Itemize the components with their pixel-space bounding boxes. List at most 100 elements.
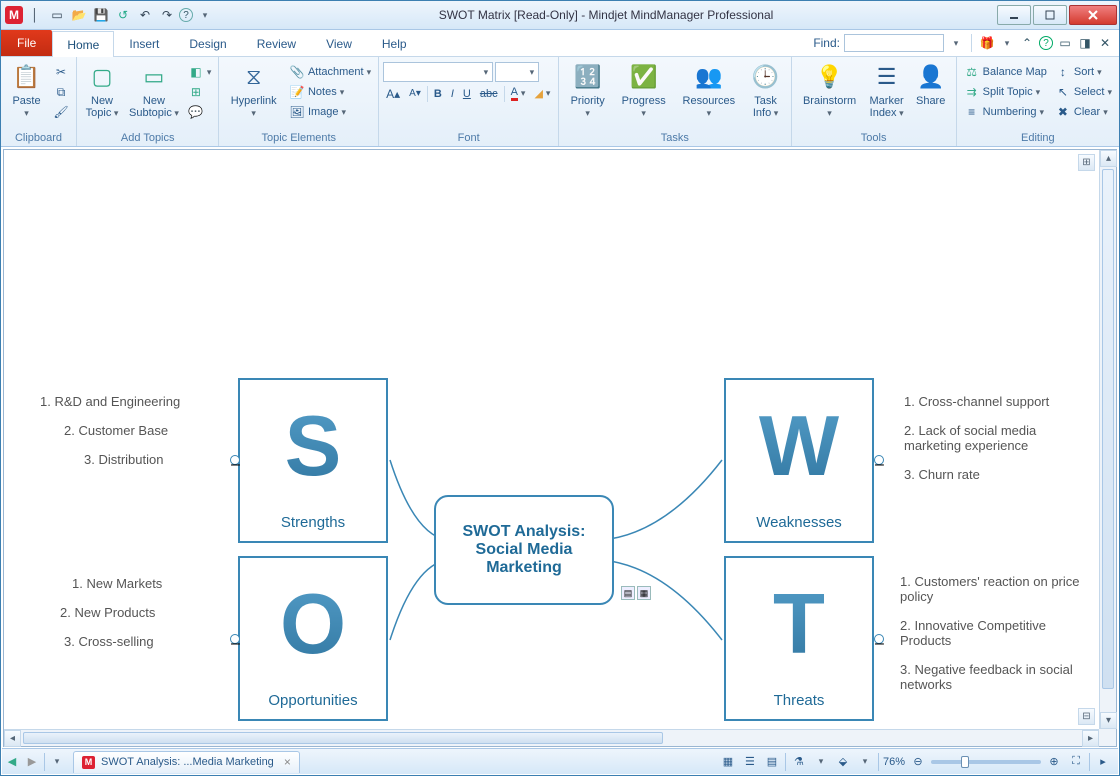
italic-button[interactable]: I [448,87,457,101]
new-doc-icon[interactable]: ▭ [47,5,67,25]
share-button[interactable]: 👤Share [910,59,952,109]
level-icon[interactable]: ⬙ [834,753,852,771]
fit-icon[interactable]: ⛶ [1067,753,1085,771]
zoom-in-icon[interactable]: ⊕ [1045,753,1063,771]
minimize-button[interactable] [997,5,1031,25]
list-item[interactable]: 1. Customers' reaction on price policy [900,574,1080,604]
view-outline-icon[interactable]: ☰ [741,753,759,771]
shrink-font-button[interactable]: A▾ [406,87,424,100]
canvas[interactable]: SWOT Analysis: Social Media Marketing ▤ … [4,150,1099,729]
paste-button[interactable]: 📋 Paste [5,59,48,121]
list-item[interactable]: 2. Lack of social media marketing experi… [904,423,1084,453]
panel-icon[interactable]: ◨ [1077,35,1093,51]
zoom-slider[interactable] [931,760,1041,764]
doc-tab-close-icon[interactable]: × [284,755,291,769]
filter-icon[interactable]: ⚗ [790,753,808,771]
file-tab[interactable]: File [1,30,52,56]
horizontal-scrollbar[interactable]: ◂ ▸ [4,729,1099,746]
split-h-icon[interactable]: ⊟ [1078,708,1095,725]
zoom-value[interactable]: 76% [883,756,905,768]
quad-weaknesses[interactable]: W Weaknesses [724,378,874,543]
zoom-out-icon[interactable]: ⊖ [909,753,927,771]
nav-history[interactable] [48,753,66,771]
topic-extra2[interactable]: ⊞ [185,83,215,101]
handle-w[interactable]: – [874,455,884,465]
view-gantt-icon[interactable]: ▤ [763,753,781,771]
handle-t[interactable]: – [874,634,884,644]
list-item[interactable]: 3. Churn rate [904,467,1084,482]
tab-view[interactable]: View [311,30,367,56]
center-node[interactable]: SWOT Analysis: Social Media Marketing [434,495,614,605]
close-panel-icon[interactable]: ✕ [1097,35,1113,51]
fill-color-button[interactable]: ◢ [531,86,553,101]
cut-button[interactable]: ✂ [50,63,72,81]
font-color-button[interactable]: A [508,85,529,102]
refresh-icon[interactable]: ↺ [113,5,133,25]
marker-index-button[interactable]: ☰Marker Index [866,59,908,121]
new-subtopic-button[interactable]: ▭ New Subtopic [125,59,183,121]
underline-button[interactable]: U [460,87,474,101]
filter-drop[interactable] [812,753,830,771]
tab-design[interactable]: Design [174,30,241,56]
gift-dropdown[interactable] [999,35,1015,51]
list-item[interactable]: 3. Cross-selling [64,634,220,649]
qat-customize[interactable] [195,5,215,25]
scroll-thumb-h[interactable] [23,732,663,744]
scroll-up-icon[interactable]: ▴ [1100,150,1117,167]
quad-threats[interactable]: T Threats [724,556,874,721]
font-family-combo[interactable] [383,62,493,82]
list-item[interactable]: 1. New Markets [72,576,220,591]
list-item[interactable]: 1. Cross-channel support [904,394,1084,409]
level-drop[interactable] [856,753,874,771]
zoom-knob[interactable] [961,756,969,768]
hyperlink-button[interactable]: ⧖ Hyperlink [223,59,284,121]
clear-button[interactable]: ✖Clear [1052,103,1115,121]
vertical-scrollbar[interactable]: ▴ ▾ [1099,150,1116,729]
help-icon[interactable]: ? [179,8,193,22]
handle-s[interactable]: – [230,455,240,465]
split-v-icon[interactable]: ⊞ [1078,154,1095,171]
list-item[interactable]: 2. New Products [60,605,220,620]
sort-button[interactable]: ↕Sort [1052,63,1115,81]
select-button[interactable]: ↖Select [1052,83,1115,101]
note-indicator-icon[interactable]: ▤ [621,586,635,600]
copy-button[interactable]: ⧉ [50,83,72,101]
list-item[interactable]: 1. R&D and Engineering [40,394,220,409]
image-button[interactable]: 🖼Image [286,103,374,121]
resources-button[interactable]: 👥Resources [675,59,742,121]
find-dropdown[interactable] [948,35,964,51]
font-size-combo[interactable] [495,62,539,82]
undo-icon[interactable]: ↶ [135,5,155,25]
expand-right-icon[interactable]: ▸ [1094,753,1112,771]
scroll-down-icon[interactable]: ▾ [1100,712,1117,729]
strike-button[interactable]: abc [477,87,501,101]
new-topic-button[interactable]: ▢ New Topic [81,59,123,121]
attachment-button[interactable]: 📎Attachment [286,63,374,81]
handle-o[interactable]: – [230,634,240,644]
list-item[interactable]: 3. Negative feedback in social networks [900,662,1080,692]
document-tab[interactable]: M SWOT Analysis: ...Media Marketing × [73,751,300,773]
view-map-icon[interactable]: ▦ [719,753,737,771]
list-item[interactable]: 2. Customer Base [64,423,220,438]
scroll-right-icon[interactable]: ▸ [1082,730,1099,747]
tab-help[interactable]: Help [367,30,422,56]
progress-button[interactable]: ✅Progress [614,59,673,121]
list-item[interactable]: 2. Innovative Competitive Products [900,618,1080,648]
tab-review[interactable]: Review [242,30,311,56]
scroll-thumb-v[interactable] [1102,169,1114,689]
tab-insert[interactable]: Insert [114,30,174,56]
notes-button[interactable]: 📝Notes [286,83,374,101]
list-item[interactable]: 3. Distribution [84,452,220,467]
center-attachments[interactable]: ▤ ▦ [621,586,651,600]
format-painter-button[interactable]: 🖌 [50,103,72,121]
priority-button[interactable]: 🔢Priority [563,59,612,121]
nav-back-icon[interactable]: ◀ [3,753,21,771]
tab-home[interactable]: Home [52,31,114,57]
split-topic-button[interactable]: ⇉Split Topic [961,83,1050,101]
balance-map-button[interactable]: ⚖Balance Map [961,63,1050,81]
up-icon[interactable]: ⌃ [1019,35,1035,51]
task-info-button[interactable]: 🕒Task Info [745,59,787,121]
find-input[interactable] [844,34,944,52]
redo-icon[interactable]: ↷ [157,5,177,25]
gift-icon[interactable]: 🎁 [979,35,995,51]
